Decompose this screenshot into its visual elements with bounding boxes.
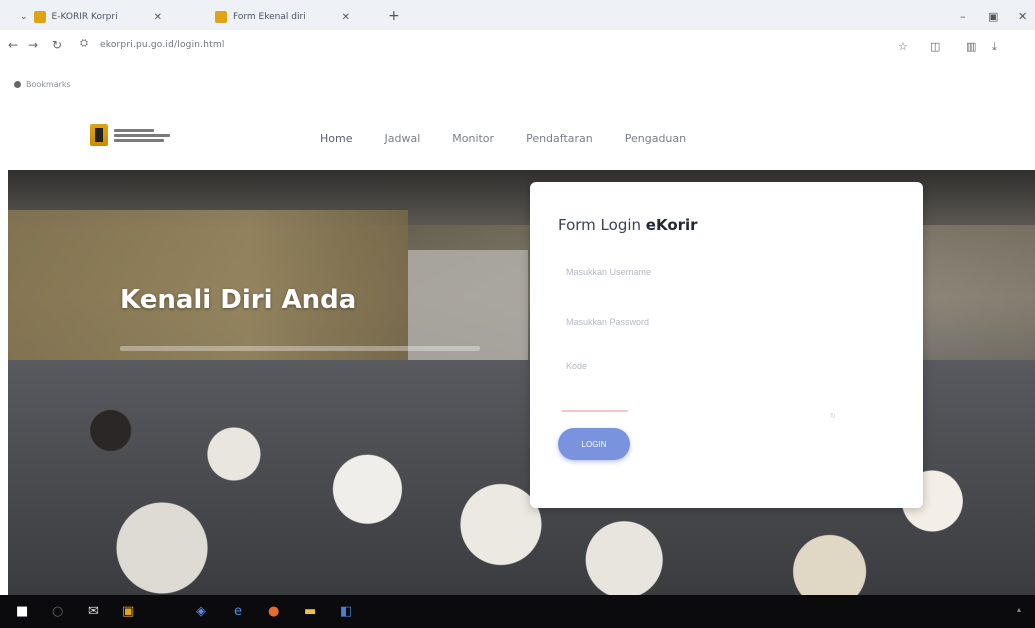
browser-tab-2[interactable]: Form Ekenal diri ✕ [215,6,350,28]
nav-home[interactable]: Home [320,132,352,145]
username-input[interactable] [562,258,862,286]
nav-monitor[interactable]: Monitor [452,132,494,145]
site-logo[interactable] [90,124,170,146]
word-icon[interactable]: ◧ [340,604,352,619]
chrome-icon[interactable]: ● [268,604,279,619]
search-icon[interactable]: ○ [52,604,63,619]
close-tab-icon[interactable]: ✕ [154,12,162,23]
reload-icon[interactable]: ↻ [52,38,62,52]
app-icon[interactable]: ◈ [196,604,206,619]
forward-icon[interactable]: → [28,38,38,52]
tab-label: Form Ekenal diri [233,12,306,22]
close-tab-icon[interactable]: ✕ [342,12,350,23]
logo-icon [90,124,108,146]
login-title: Form Login eKorir [558,216,698,234]
tab-label: E-KORIR Korpri [51,12,118,22]
bookmark-item[interactable]: Bookmarks [14,80,71,89]
close-window-icon[interactable]: ✕ [1018,10,1027,23]
start-icon[interactable]: ■ [16,604,28,619]
browser-tab-strip: ⌄ E-KORIR Korpri ✕ Form Ekenal diri ✕ + … [0,0,1035,30]
captcha-image [562,410,628,412]
nav-pengaduan[interactable]: Pengaduan [625,132,686,145]
browser-tab-1[interactable]: ⌄ E-KORIR Korpri ✕ [20,6,162,28]
refresh-captcha-icon[interactable]: ↻ [830,412,836,420]
bookmark-label: Bookmarks [26,80,71,89]
new-tab-plus-icon[interactable]: + [388,8,400,24]
login-button[interactable]: LOGIN [558,428,630,460]
folder-icon[interactable]: ▬ [304,604,316,619]
nav-jadwal[interactable]: Jadwal [384,132,420,145]
sidebar-icon[interactable]: ▥ [966,40,976,53]
address-bar[interactable]: ekorpri.pu.go.id/login.html [100,40,225,50]
captcha-input[interactable] [562,352,862,380]
extension-icon[interactable]: ◫ [930,40,940,53]
login-title-brand: eKorir [645,216,698,234]
mail-icon[interactable]: ✉ [88,604,99,619]
login-title-prefix: Form Login [558,216,646,234]
download-icon[interactable]: ⤓ [992,40,997,54]
minimize-icon[interactable]: – [960,10,966,23]
favicon-icon [215,11,227,23]
address-bar-row: ← → ↻ ⛭ ekorpri.pu.go.id/login.html ☆ ◫ … [0,30,1035,62]
chevron-down-icon[interactable]: ⌄ [20,12,28,22]
globe-icon [14,81,21,88]
edge-icon[interactable]: e [234,604,242,619]
system-tray[interactable]: ▴ [1017,605,1021,614]
main-nav: Home Jadwal Monitor Pendaftaran Pengadua… [320,132,686,145]
site-header: Home Jadwal Monitor Pendaftaran Pengadua… [0,100,1035,170]
os-taskbar: ■ ○ ✉ ▣ ◈ e ● ▬ ◧ ▴ [0,595,1035,628]
bookmarks-bar: Bookmarks [0,78,1035,100]
favicon-icon [33,11,46,23]
star-icon[interactable]: ☆ [898,40,908,53]
login-card: Form Login eKorir ↻ LOGIN [530,182,923,508]
restore-icon[interactable]: ▣ [988,10,998,23]
password-input[interactable] [562,308,862,336]
hero-subtitle [120,346,480,354]
logo-text [114,128,170,142]
back-icon[interactable]: ← [8,38,18,52]
nav-pendaftaran[interactable]: Pendaftaran [526,132,593,145]
site-info-icon[interactable]: ⛭ [80,38,88,49]
store-icon[interactable]: ▣ [122,604,134,619]
hero-title: Kenali Diri Anda [120,285,357,315]
